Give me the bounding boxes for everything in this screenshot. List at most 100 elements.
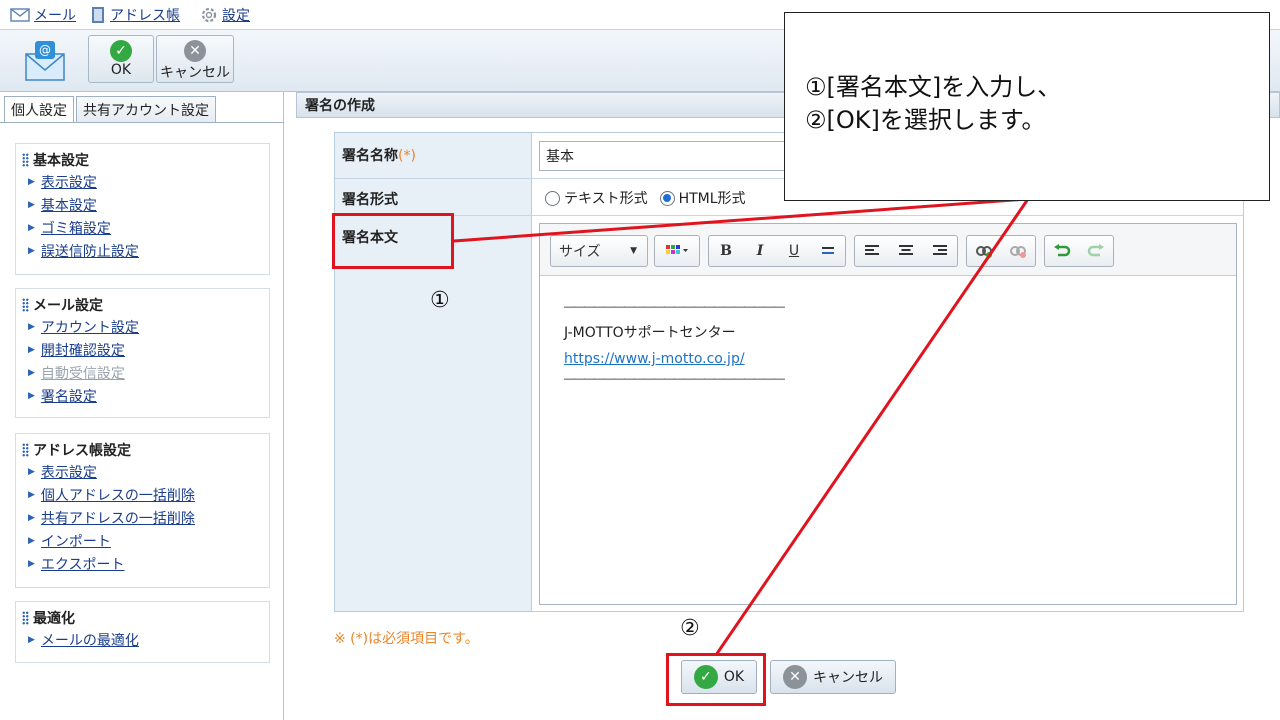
arrow-right-icon: ▶ <box>28 535 35 546</box>
sidebar-item-import[interactable]: ▶ インポート <box>22 529 263 552</box>
color-palette-icon <box>666 245 688 254</box>
section-optimization: 最適化 ▶ メールの最適化 <box>15 601 270 663</box>
highlight-body-label <box>332 213 454 269</box>
arrow-right-icon: ▶ <box>28 344 35 355</box>
arrow-right-icon: ▶ <box>28 321 35 332</box>
italic-button[interactable]: I <box>743 236 777 266</box>
settings-tabs: 個人設定 共有アカウント設定 <box>4 96 216 123</box>
unlink-icon <box>1010 246 1026 258</box>
marker-step-1: ① <box>430 288 450 313</box>
row-divider <box>335 215 1243 216</box>
sidebar-item-account-settings[interactable]: ▶ アカウント設定 <box>22 315 263 338</box>
sidebar-item-label: 自動受信設定 <box>40 365 125 382</box>
new-mail-icon: @ <box>25 41 65 81</box>
bold-button[interactable]: B <box>709 236 743 266</box>
sidebar-item-basic-settings[interactable]: ▶ 基本設定 <box>22 193 263 216</box>
sidebar-item-label: アカウント設定 <box>40 319 139 336</box>
arrow-right-icon: ▶ <box>28 222 35 233</box>
sidebar-item-address-display-settings[interactable]: ▶ 表示設定 <box>22 460 263 483</box>
sidebar-item-trash-settings[interactable]: ▶ ゴミ箱設定 <box>22 216 263 239</box>
section-mail-settings: メール設定 ▶ アカウント設定 ▶ 開封確認設定 ▶ 自動受信設定 ▶ 署名設定 <box>15 288 270 418</box>
sidebar-item-display-settings[interactable]: ▶ 表示設定 <box>22 170 263 193</box>
grip-icon <box>22 153 29 167</box>
format-button-group: B I U <box>708 235 846 267</box>
nav-address-book-label: アドレス帳 <box>110 8 180 24</box>
signature-company: J-MOTTOサポートセンター <box>564 325 736 341</box>
nav-address-book-link[interactable]: アドレス帳 <box>90 6 180 24</box>
check-circle-icon: ✓ <box>110 40 132 62</box>
underline-button[interactable]: U <box>777 236 811 266</box>
link-button-group <box>966 235 1036 267</box>
sidebar-item-label: 表示設定 <box>40 464 97 481</box>
sidebar-item-delete-shared-addresses[interactable]: ▶ 共有アドレスの一括削除 <box>22 506 263 529</box>
nav-mail-link[interactable]: メール <box>10 6 76 24</box>
instruction-line-1: ①[署名本文]を入力し、 <box>805 73 1062 101</box>
grip-icon <box>22 611 29 625</box>
toolbar-ok-button[interactable]: ✓ OK <box>88 35 154 83</box>
arrow-right-icon: ▶ <box>28 367 35 378</box>
section-title-label: メール設定 <box>33 298 103 314</box>
text-color-button[interactable] <box>654 235 700 267</box>
sidebar-item-label: 共有アドレスの一括削除 <box>40 510 195 527</box>
svg-text:@: @ <box>39 43 51 57</box>
redo-button[interactable] <box>1079 236 1113 266</box>
sidebar-item-label: ゴミ箱設定 <box>40 220 111 237</box>
font-size-label: サイズ <box>559 244 601 260</box>
sidebar-item-missend-prevention[interactable]: ▶ 誤送信防止設定 <box>22 239 263 262</box>
text-color-inner <box>655 236 699 266</box>
signature-name-label-text: 署名名称 <box>342 148 398 164</box>
redo-icon <box>1087 244 1104 257</box>
horizontal-rule-icon <box>822 247 834 254</box>
editor-content[interactable]: ―――――――――――――――――――――― J-MOTTOサポートセンター h… <box>564 294 785 386</box>
cancel-button[interactable]: ✕ キャンセル <box>770 660 896 694</box>
signature-separator-top: ―――――――――――――――――――――― <box>564 300 785 313</box>
strikethrough-button[interactable] <box>811 236 845 266</box>
align-left-button[interactable] <box>855 236 889 266</box>
mail-icon <box>10 8 30 22</box>
align-center-icon <box>899 245 913 255</box>
undo-button[interactable] <box>1045 236 1079 266</box>
section-address-book-settings: アドレス帳設定 ▶ 表示設定 ▶ 個人アドレスの一括削除 ▶ 共有アドレスの一括削除 … <box>15 433 270 588</box>
arrow-right-icon: ▶ <box>28 512 35 523</box>
sidebar-item-delete-personal-addresses[interactable]: ▶ 個人アドレスの一括削除 <box>22 483 263 506</box>
remove-link-button[interactable] <box>1001 236 1035 266</box>
arrow-right-icon: ▶ <box>28 390 35 401</box>
section-title: メール設定 <box>22 295 263 315</box>
sidebar-item-auto-receive-settings: ▶ 自動受信設定 <box>22 361 263 384</box>
sidebar-item-signature-settings[interactable]: ▶ 署名設定 <box>22 384 263 407</box>
sidebar-item-label: 個人アドレスの一括削除 <box>40 487 195 504</box>
signature-body-editor[interactable]: サイズ ▼ B I U ―――――――――――――――――――――― J-MOT… <box>539 223 1237 605</box>
toolbar-cancel-button[interactable]: ✕ キャンセル <box>156 35 234 83</box>
required-note: ※ (*)は必須項目です。 <box>334 631 479 647</box>
font-size-select[interactable]: サイズ ▼ <box>550 235 648 267</box>
required-mark: (*) <box>398 148 416 164</box>
instruction-line-2: ②[OK]を選択します。 <box>805 106 1046 134</box>
align-center-button[interactable] <box>889 236 923 266</box>
link-icon <box>976 246 992 258</box>
signature-form: 署名名称(*) 基本 署名形式 テキスト形式 HTML形式 署名本文 サイズ ▼ <box>334 132 1244 612</box>
gear-icon <box>201 7 217 23</box>
cancel-button-label: キャンセル <box>813 670 883 686</box>
toolbar-ok-label: OK <box>110 62 132 78</box>
radio-text-format[interactable] <box>545 190 560 206</box>
align-right-button[interactable] <box>923 236 957 266</box>
editor-toolbar: サイズ ▼ B I U <box>540 224 1236 276</box>
new-mail-button[interactable]: @ <box>22 38 68 84</box>
grip-icon <box>22 298 29 312</box>
sidebar-item-mail-optimization[interactable]: ▶ メールの最適化 <box>22 628 263 651</box>
signature-url-link[interactable]: https://www.j-motto.co.jp/ <box>564 346 784 372</box>
sidebar-item-label: 表示設定 <box>40 174 97 191</box>
italic-icon: I <box>756 243 764 259</box>
arrow-right-icon: ▶ <box>28 176 35 187</box>
arrow-right-icon: ▶ <box>28 199 35 210</box>
tab-shared-account-settings[interactable]: 共有アカウント設定 <box>76 96 216 123</box>
arrow-right-icon: ▶ <box>28 466 35 477</box>
sidebar-item-read-receipt-settings[interactable]: ▶ 開封確認設定 <box>22 338 263 361</box>
insert-link-button[interactable] <box>967 236 1001 266</box>
nav-settings-link[interactable]: 設定 <box>200 6 250 24</box>
sidebar-item-export[interactable]: ▶ エクスポート <box>22 552 263 575</box>
address-book-icon <box>92 7 104 23</box>
section-title: アドレス帳設定 <box>22 440 263 460</box>
tab-personal-settings[interactable]: 個人設定 <box>4 96 74 123</box>
radio-html-format[interactable] <box>659 190 675 206</box>
